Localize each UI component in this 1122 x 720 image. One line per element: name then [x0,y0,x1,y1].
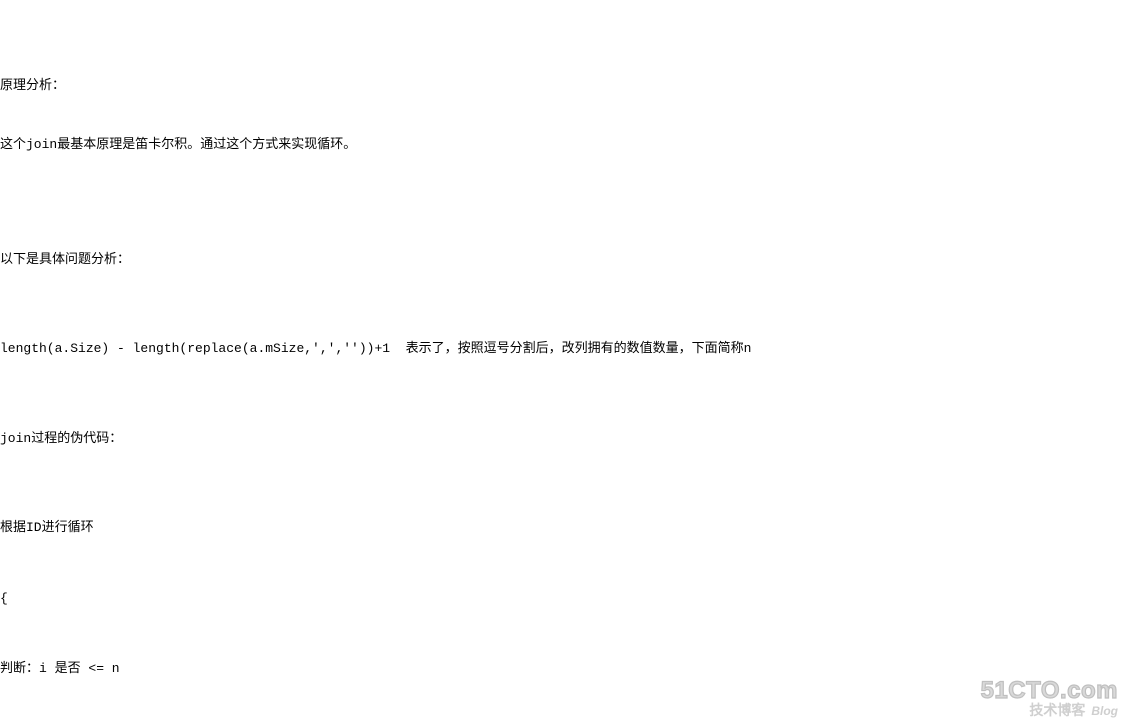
outer-loop-label: 根据ID进行循环 [0,519,1122,538]
watermark-tagline: 技术博客 Blog [981,703,1118,718]
judge-line: 判断：i 是否 <= n [0,660,1122,679]
watermark-blog: Blog [1091,704,1118,718]
length-expression: length(a.Size) - length(replace(a.mSize,… [0,340,1122,359]
brace-open: { [0,590,1122,609]
analysis-intro: 以下是具体问题分析： [0,251,1122,270]
watermark-brand: 51CTO.com [981,678,1118,703]
document-body: 原理分析： 这个join最基本原理是笛卡尔积。通过这个方式来实现循环。 以下是具… [0,0,1122,720]
principle-text: 这个join最基本原理是笛卡尔积。通过这个方式来实现循环。 [0,136,1122,155]
pseudocode-label: join过程的伪代码： [0,430,1122,449]
section-title-principle: 原理分析： [0,77,1122,96]
watermark-tagline-text: 技术博客 [1029,702,1085,718]
watermark: 51CTO.com 技术博客 Blog [981,678,1118,718]
